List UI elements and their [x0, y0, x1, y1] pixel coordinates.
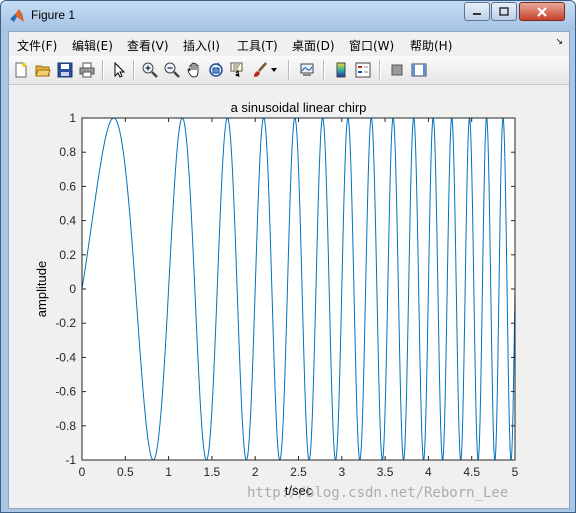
watermark-text: http://blog.csdn.net/Reborn_Lee: [247, 485, 509, 501]
minimize-icon: [473, 12, 481, 15]
x-tick-label: 3: [338, 465, 345, 479]
y-axis-label: amplitude: [34, 261, 49, 317]
window-title: Figure 1: [31, 8, 76, 22]
print-icon[interactable]: [77, 60, 97, 80]
menu-bar: 文件(F) 编辑(E) 查看(V) 插入(I) 工具(T) 桌面(D) 窗口(W…: [9, 32, 569, 56]
x-tick-label: 5: [512, 465, 519, 479]
x-tick-label: 2.5: [290, 465, 307, 479]
show-plot-tools-icon[interactable]: [409, 60, 429, 80]
open-file-icon[interactable]: [33, 60, 53, 80]
brush-icon[interactable]: [250, 60, 270, 80]
maximize-icon: [499, 6, 509, 16]
menu-file[interactable]: 文件(F): [17, 37, 57, 54]
insert-legend-icon[interactable]: [353, 60, 373, 80]
y-tick-label: 0.6: [59, 179, 76, 193]
x-tick-label: 0: [79, 465, 86, 479]
y-tick-label: 1: [69, 111, 76, 125]
brush-dropdown-icon[interactable]: [269, 60, 279, 80]
edit-plot-arrow-icon[interactable]: [109, 60, 129, 80]
title-bar[interactable]: Figure 1: [1, 1, 575, 31]
hide-plot-tools-icon[interactable]: [387, 60, 407, 80]
rotate-3d-icon[interactable]: [206, 60, 226, 80]
x-tick-label: 2: [252, 465, 259, 479]
save-icon[interactable]: [55, 60, 75, 80]
maximize-button[interactable]: [491, 2, 517, 21]
x-tick-label: 1.5: [204, 465, 221, 479]
pan-hand-icon[interactable]: [184, 60, 204, 80]
link-plot-icon[interactable]: [297, 60, 317, 80]
figure-toolbar: [9, 56, 569, 85]
figure-frame: 文件(F) 编辑(E) 查看(V) 插入(I) 工具(T) 桌面(D) 窗口(W…: [8, 31, 570, 509]
chirp-chart[interactable]: 0 0.5 1 1.5 2 2.5 3 3.5 4 4.5 5 1 0.8 0.6 0.4 0.2 0 -0.2 -…: [9, 86, 569, 508]
minimize-button[interactable]: [464, 2, 490, 21]
toolbar-separator: [288, 60, 290, 80]
zoom-out-icon[interactable]: [162, 60, 182, 80]
menu-help[interactable]: 帮助(H): [410, 37, 452, 54]
toolbar-separator: [323, 60, 325, 80]
y-tick-label: 0: [69, 282, 76, 296]
y-tick-label: -0.4: [55, 350, 76, 364]
y-tick-label: 0.8: [59, 145, 76, 159]
chart-title: a sinusoidal linear chirp: [231, 100, 367, 115]
toolbar-separator: [379, 60, 381, 80]
matlab-logo-icon: [10, 9, 24, 22]
y-tick-label: -0.2: [55, 316, 76, 330]
menu-edit[interactable]: 编辑(E): [72, 37, 113, 54]
y-tick-label: 0.2: [59, 248, 76, 262]
menu-view[interactable]: 查看(V): [127, 37, 169, 54]
zoom-in-icon[interactable]: [140, 60, 160, 80]
toolbar-separator: [102, 60, 104, 80]
x-tick-label: 1: [165, 465, 172, 479]
figure-window: Figure 1 文件(F) 编辑(E) 查看(V) 插入(I) 工具(T) 桌…: [0, 0, 576, 513]
toolbar-separator: [133, 60, 135, 80]
menu-window[interactable]: 窗口(W): [349, 37, 394, 54]
y-tick-label: 0.4: [59, 214, 76, 228]
y-tick-label: -0.8: [55, 419, 76, 433]
menu-overflow-icon[interactable]: ↘: [555, 37, 563, 47]
menu-tools[interactable]: 工具(T): [237, 37, 278, 54]
insert-colorbar-icon[interactable]: [331, 60, 351, 80]
x-tick-label: 4: [425, 465, 432, 479]
x-tick-label: 0.5: [117, 465, 134, 479]
y-tick-label: -0.6: [55, 385, 76, 399]
menu-desktop[interactable]: 桌面(D): [292, 37, 335, 54]
menu-insert[interactable]: 插入(I): [183, 37, 220, 54]
plot-area: 0 0.5 1 1.5 2 2.5 3 3.5 4 4.5 5 1 0.8 0.6 0.4 0.2 0 -0.2 -…: [9, 86, 569, 508]
close-button[interactable]: [519, 2, 565, 21]
y-tick-label: -1: [65, 453, 76, 467]
close-icon: [537, 6, 547, 17]
x-tick-label: 4.5: [463, 465, 480, 479]
data-cursor-icon[interactable]: [228, 60, 248, 80]
x-tick-label: 3.5: [377, 465, 394, 479]
new-figure-icon[interactable]: [11, 60, 31, 80]
